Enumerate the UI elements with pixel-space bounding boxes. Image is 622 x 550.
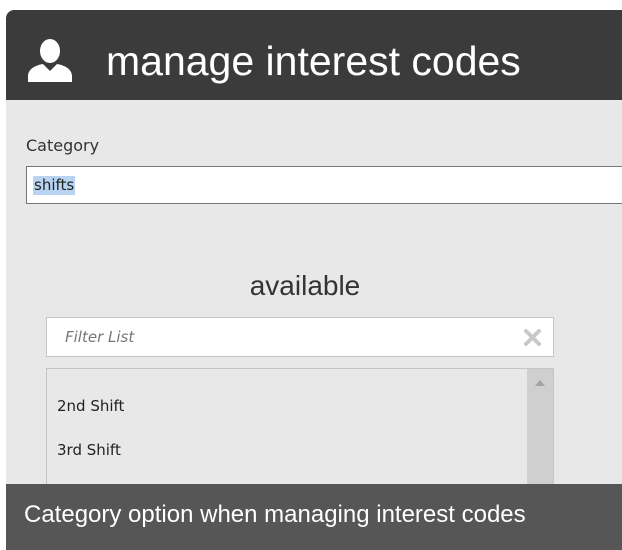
filter-list-input[interactable] [47, 318, 507, 356]
list-item[interactable]: 2nd Shift [57, 397, 124, 415]
category-label: Category [26, 136, 100, 155]
available-heading: available [249, 270, 361, 301]
clear-x-icon[interactable] [524, 329, 541, 346]
caption-text: Category option when managing interest c… [24, 501, 526, 528]
title-bar: manage interest codes [6, 10, 622, 100]
list-item[interactable]: 3rd Shift [57, 441, 121, 459]
page-title: manage interest codes [106, 38, 521, 84]
category-value: shifts [33, 176, 76, 195]
user-icon [28, 39, 72, 82]
scroll-up-arrow-icon[interactable] [534, 379, 546, 387]
caption-bar: Category option when managing interest c… [6, 484, 622, 550]
category-field[interactable]: shifts [26, 166, 622, 204]
app-window: manage interest codes Category shifts av… [6, 10, 622, 550]
filter-box [46, 317, 554, 357]
